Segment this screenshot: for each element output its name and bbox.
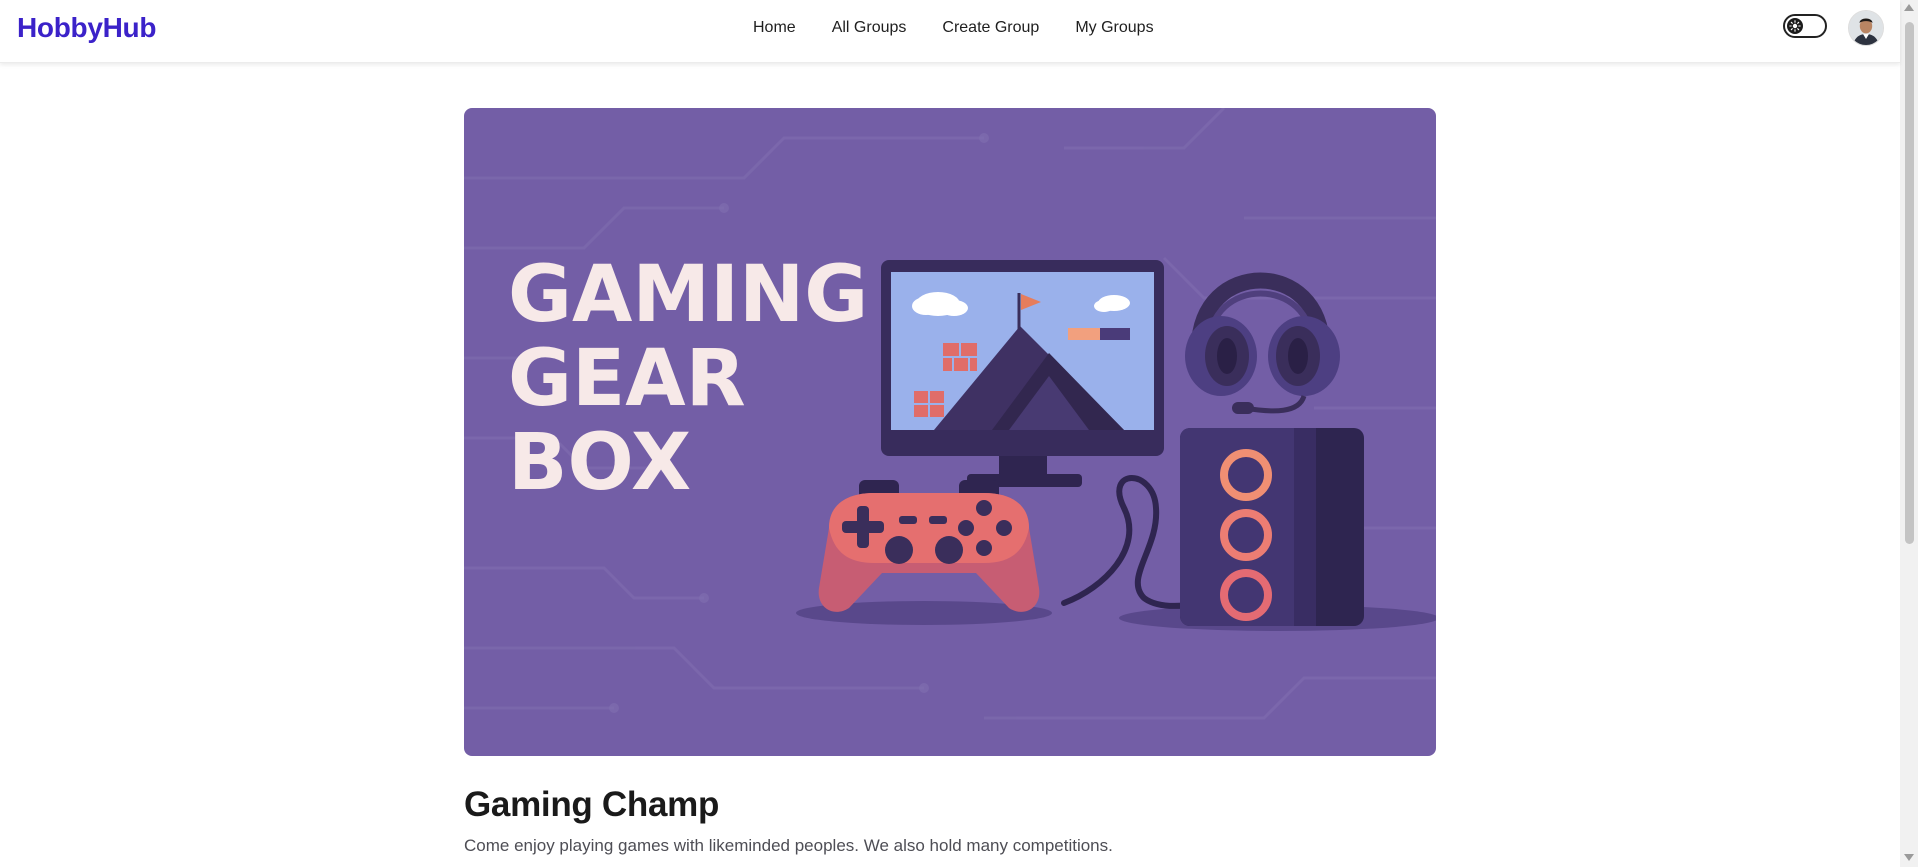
- nav-links: Home All Groups Create Group My Groups: [753, 18, 1154, 38]
- monitor-icon: [881, 260, 1164, 487]
- group-name: Gaming Champ: [464, 785, 720, 824]
- hero-heading-line-1: GAMING: [508, 250, 868, 340]
- controller-icon: [818, 480, 1040, 612]
- nav-link-home[interactable]: Home: [753, 18, 796, 38]
- hero-heading-line-3: BOX: [508, 418, 691, 508]
- nav-link-create-group[interactable]: Create Group: [942, 18, 1039, 38]
- headphones-icon: [1185, 272, 1340, 414]
- group-banner-image: GAMING GEAR BOX: [464, 108, 1436, 756]
- group-description: Come enjoy playing games with likeminded…: [464, 836, 1113, 855]
- scroll-thumb[interactable]: [1905, 22, 1914, 544]
- scroll-down-arrow-icon[interactable]: [1904, 854, 1914, 861]
- speaker-icon: [1180, 428, 1364, 626]
- nav-link-my-groups[interactable]: My Groups: [1075, 18, 1153, 38]
- nav-link-all-groups[interactable]: All Groups: [832, 18, 907, 38]
- brand-logo[interactable]: HobbyHub: [17, 12, 156, 44]
- sun-icon: [1787, 18, 1803, 34]
- navbar: HobbyHub Home All Groups Create Group My…: [0, 0, 1900, 63]
- scroll-up-arrow-icon[interactable]: [1904, 4, 1914, 11]
- page-scrollbar[interactable]: [1900, 0, 1918, 867]
- hero-heading-line-2: GEAR: [508, 334, 746, 424]
- user-avatar[interactable]: [1848, 10, 1884, 46]
- gaming-gear-illustration: GAMING GEAR BOX: [464, 108, 1436, 720]
- theme-toggle[interactable]: [1783, 14, 1827, 38]
- hero-heading: GAMING GEAR BOX: [508, 250, 868, 508]
